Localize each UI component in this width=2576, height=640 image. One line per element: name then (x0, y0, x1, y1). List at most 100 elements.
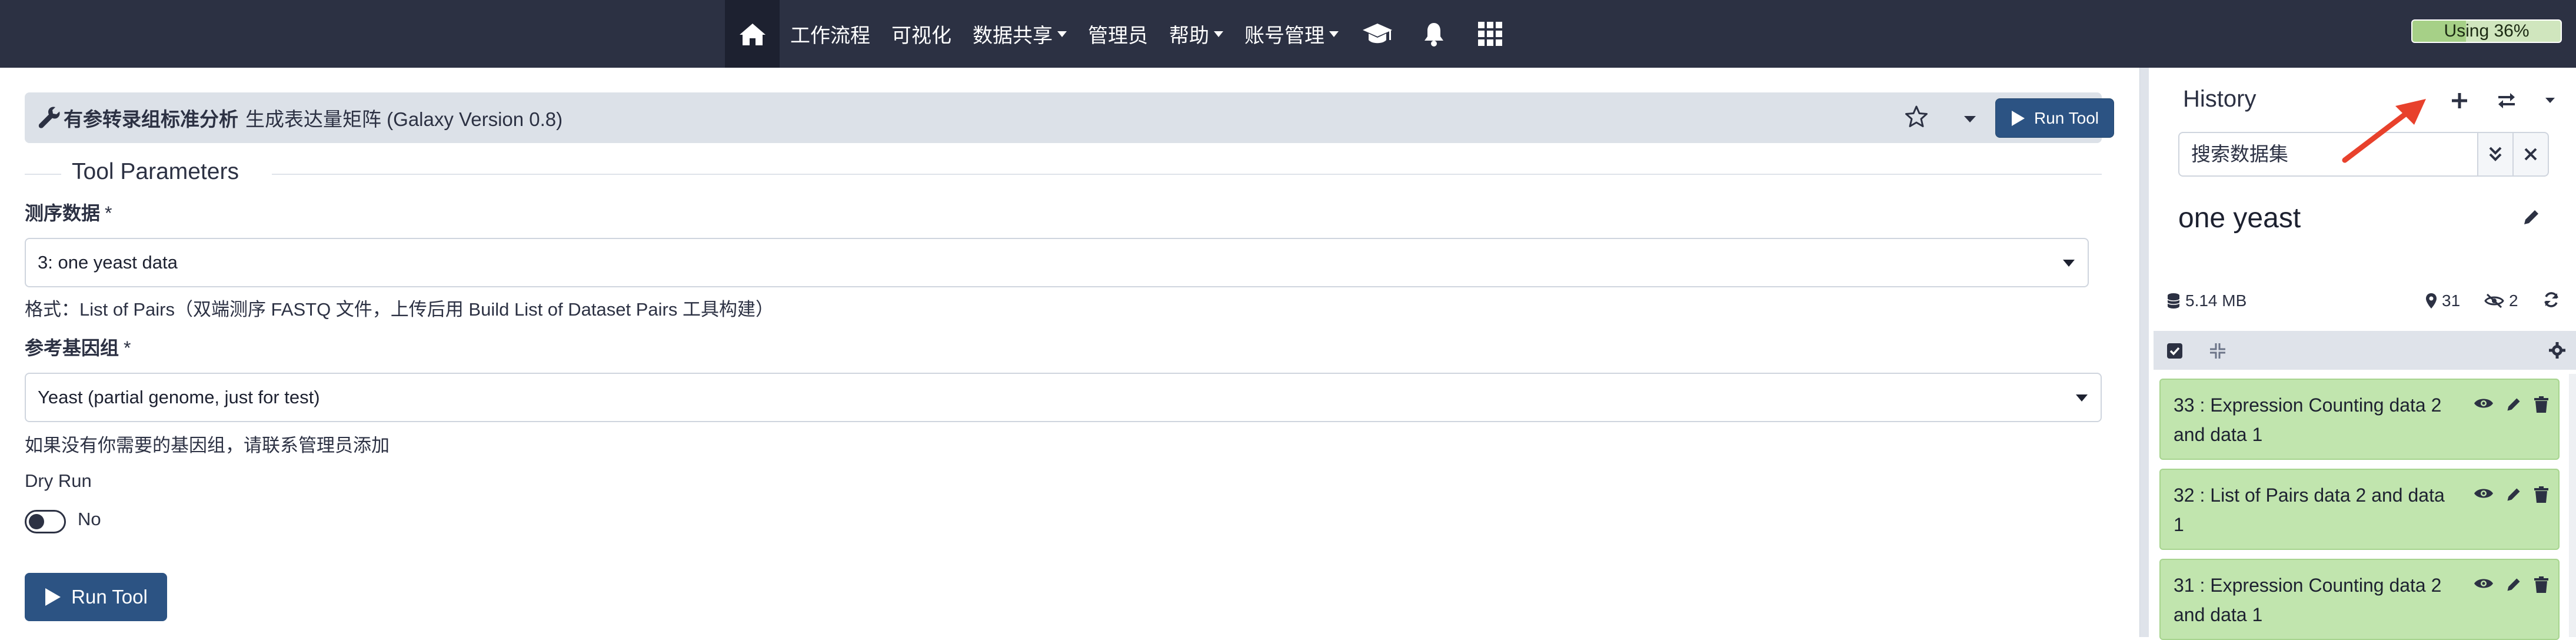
history-count-shown[interactable]: 31 (2425, 291, 2460, 310)
nav-visualize[interactable]: 可视化 (881, 0, 962, 68)
seq-data-label-text: 测序数据 (25, 203, 101, 224)
chevron-down-icon (1057, 31, 1067, 37)
nav-menu: 工作流程 可视化 数据共享 管理员 帮助 账号管理 (725, 0, 1519, 68)
refresh-icon (2544, 292, 2558, 307)
ref-genome-select[interactable]: Yeast (partial genome, just for test) (25, 373, 2102, 422)
ref-genome-help: 如果没有你需要的基因组，请联系管理员添加 (25, 435, 390, 456)
nav-training-button[interactable] (1349, 0, 1406, 68)
trash-icon[interactable] (2534, 396, 2549, 413)
tool-title-main: 有参转录组标准分析 (64, 108, 238, 130)
required-mark: * (105, 203, 112, 224)
history-title: History (2183, 86, 2257, 112)
refresh-history-button[interactable] (2543, 291, 2560, 308)
eye-icon[interactable] (2474, 396, 2494, 410)
dataset-title: 33 : Expression Counting data 2 and data… (2174, 394, 2442, 445)
dataset-item[interactable]: 32 : List of Pairs data 2 and data 1 (2159, 469, 2560, 550)
dataset-item[interactable]: 31 : Expression Counting data 2 and data… (2159, 559, 2560, 640)
map-marker-icon (2426, 293, 2437, 309)
chevron-down-icon (2063, 260, 2075, 267)
section-tool-parameters: Tool Parameters (25, 159, 2102, 188)
collapse-icon[interactable] (2209, 342, 2226, 360)
history-count-shown-value: 31 (2442, 291, 2461, 310)
nav-help-label: 帮助 (1169, 25, 1209, 47)
seq-data-label: 测序数据 * (25, 198, 112, 226)
section-title: Tool Parameters (72, 159, 239, 184)
advanced-search-button[interactable] (2477, 132, 2514, 177)
history-search-input[interactable]: 搜索数据集 (2178, 132, 2478, 177)
history-scrollbar[interactable] (2569, 374, 2576, 637)
switch-history-button[interactable] (2490, 84, 2523, 117)
nav-notifications-button[interactable] (1406, 0, 1462, 68)
run-tool-label: Run Tool (2033, 108, 2099, 127)
history-options-button[interactable] (2534, 84, 2567, 117)
grid-icon (1478, 21, 1502, 46)
history-name[interactable]: one yeast (2178, 202, 2301, 234)
tool-title-version: 生成表达量矩阵 (Galaxy Version 0.8) (245, 108, 563, 130)
quota-meter[interactable]: Using 36% (2411, 19, 2562, 43)
nav-admin[interactable]: 管理员 (1077, 0, 1159, 68)
nav-admin-label: 管理员 (1088, 25, 1148, 47)
history-size[interactable]: 5.14 MB (2166, 291, 2246, 310)
seq-data-select[interactable]: 3: one yeast data (25, 238, 2089, 287)
exchange-icon (2498, 93, 2515, 108)
options-dropdown-icon[interactable] (1963, 115, 1976, 124)
trash-icon[interactable] (2534, 486, 2549, 503)
chevron-down-icon (2545, 98, 2555, 103)
required-mark: * (124, 337, 131, 359)
wrench-icon (38, 107, 60, 128)
dataset-title: 32 : List of Pairs data 2 and data 1 (2174, 485, 2445, 535)
graduation-cap-icon (1363, 23, 1392, 43)
seq-data-value: 3: one yeast data (38, 252, 178, 273)
play-icon (45, 588, 61, 606)
eye-icon[interactable] (2474, 576, 2494, 591)
quota-label: Using 36% (2444, 21, 2530, 41)
nav-shared-data[interactable]: 数据共享 (962, 0, 1077, 68)
plus-icon (2452, 93, 2467, 108)
panel-drag-handle[interactable] (2139, 68, 2149, 637)
annotation-arrow-icon (2342, 99, 2426, 163)
tool-header: 有参转录组标准分析 生成表达量矩阵 (Galaxy Version 0.8) R… (25, 92, 2114, 143)
star-icon[interactable] (1905, 105, 1928, 128)
pencil-icon[interactable] (2505, 576, 2522, 593)
nav-user[interactable]: 账号管理 (1234, 0, 1349, 68)
eye-slash-icon (2484, 293, 2504, 309)
dataset-actions (2474, 396, 2549, 413)
chevron-down-icon (2076, 394, 2088, 402)
chevron-down-icon (1214, 31, 1223, 37)
pencil-icon[interactable] (2505, 486, 2522, 503)
select-all-checkbox[interactable] (2166, 343, 2183, 359)
nav-workflows[interactable]: 工作流程 (780, 0, 881, 68)
dataset-actions (2474, 576, 2549, 593)
new-history-button[interactable] (2443, 84, 2476, 117)
seq-data-help: 格式：List of Pairs（双端测序 FASTQ 文件，上传后用 Buil… (25, 299, 774, 320)
search-placeholder: 搜索数据集 (2191, 143, 2288, 165)
run-tool-button[interactable]: Run Tool (25, 573, 167, 621)
ref-genome-value: Yeast (partial genome, just for test) (38, 387, 320, 407)
dataset-title: 31 : Expression Counting data 2 and data… (2174, 575, 2442, 625)
ref-genome-label-text: 参考基因组 (25, 337, 119, 359)
nav-help[interactable]: 帮助 (1159, 0, 1234, 68)
pencil-icon[interactable] (2522, 208, 2541, 227)
bell-icon (1425, 22, 1443, 47)
chevron-down-icon (1329, 31, 1339, 37)
clear-search-button[interactable] (2512, 132, 2549, 177)
pencil-icon[interactable] (2505, 396, 2522, 413)
gear-icon[interactable] (2548, 341, 2566, 359)
home-button[interactable] (725, 0, 780, 68)
history-toolbar (2154, 331, 2576, 370)
top-navbar: 工作流程 可视化 数据共享 管理员 帮助 账号管理 Using 36% (0, 0, 2576, 68)
run-tool-button-header[interactable]: Run Tool (1995, 98, 2114, 138)
nav-visualize-label: 可视化 (891, 25, 951, 47)
double-chevron-down-icon (2489, 147, 2502, 161)
database-icon (2167, 293, 2180, 309)
home-icon (739, 23, 766, 45)
divider (272, 174, 2102, 175)
dry-run-toggle[interactable] (25, 510, 66, 533)
history-count-hidden[interactable]: 2 (2484, 291, 2518, 310)
eye-icon[interactable] (2474, 486, 2494, 500)
nav-apps-button[interactable] (1462, 0, 1519, 68)
nav-workflows-label: 工作流程 (790, 25, 870, 47)
trash-icon[interactable] (2534, 576, 2549, 593)
ref-genome-label: 参考基因组 * (25, 333, 131, 360)
dataset-item[interactable]: 33 : Expression Counting data 2 and data… (2159, 379, 2560, 460)
